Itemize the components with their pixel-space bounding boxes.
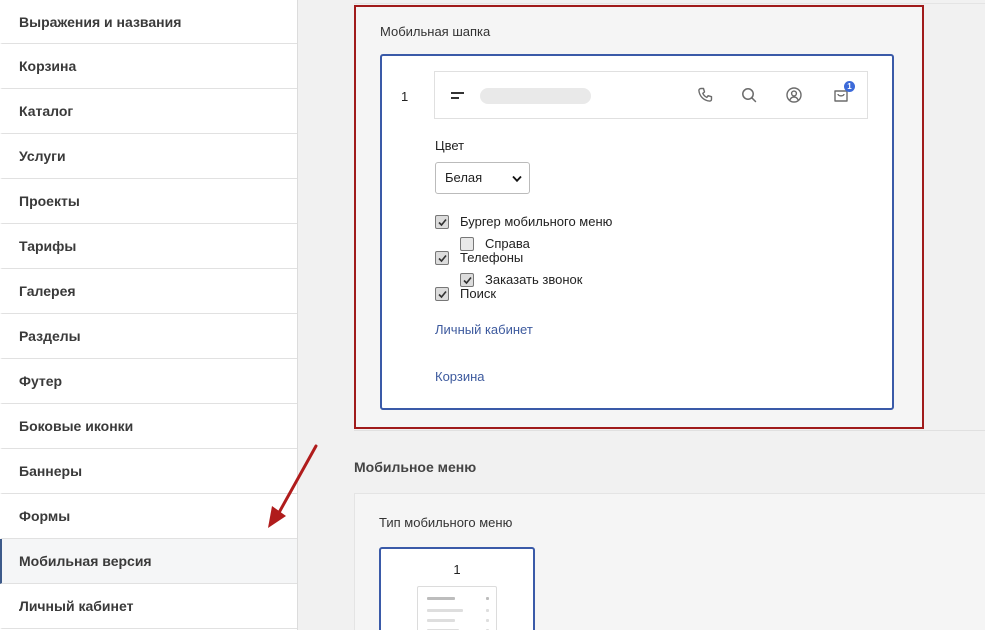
color-select-value: Белая — [445, 170, 483, 185]
checkmark-icon — [463, 276, 472, 284]
callback-label: Заказать звонок — [485, 272, 583, 287]
burger-menu-option[interactable]: Бургер мобильного меню — [435, 214, 612, 229]
search-option[interactable]: Поиск — [435, 286, 496, 301]
cart-badge: 1 — [844, 81, 855, 92]
mobile-header-preview: 1 — [434, 71, 868, 119]
phones-checkbox[interactable] — [435, 250, 449, 265]
variant-number: 1 — [401, 89, 409, 104]
sidebar-item-projects[interactable]: Проекты — [0, 179, 297, 224]
phones-label: Телефоны — [460, 250, 524, 265]
sidebar-item-label: Проекты — [19, 193, 80, 209]
logo-placeholder — [480, 88, 591, 104]
sidebar-item-personal-account[interactable]: Личный кабинет — [0, 584, 297, 629]
search-icon — [742, 88, 757, 103]
mobile-menu-section: Тип мобильного меню 1 — [354, 493, 985, 630]
phones-option[interactable]: Телефоны — [435, 250, 523, 265]
sidebar-item-label: Услуги — [19, 148, 66, 164]
sidebar-item-side-icons[interactable]: Боковые иконки — [0, 404, 297, 449]
mobile-menu-title: Мобильное меню — [354, 459, 477, 475]
sidebar-item-gallery[interactable]: Галерея — [0, 269, 297, 314]
callback-checkbox[interactable] — [460, 272, 474, 287]
mobile-header-section: Мобильная шапка 1 1 Цвет Белая Бургер мо… — [354, 5, 924, 429]
right-option[interactable]: Справа — [460, 236, 530, 251]
burger-menu-label: Бургер мобильного меню — [460, 214, 613, 229]
sidebar-item-footer[interactable]: Футер — [0, 359, 297, 404]
sidebar-item-banners[interactable]: Баннеры — [0, 449, 297, 494]
sidebar-item-label: Футер — [19, 373, 63, 389]
mobile-menu-variant-card[interactable]: 1 — [379, 547, 535, 630]
sidebar-item-label: Баннеры — [19, 463, 83, 479]
mobile-menu-type-label: Тип мобильного меню — [379, 515, 513, 530]
burger-icon — [451, 92, 464, 102]
sidebar-item-tariffs[interactable]: Тарифы — [0, 224, 297, 269]
sidebar-item-label: Каталог — [19, 103, 74, 119]
callback-option[interactable]: Заказать звонок — [460, 272, 582, 287]
sidebar-item-catalog[interactable]: Каталог — [0, 89, 297, 134]
color-select[interactable]: Белая — [435, 162, 530, 194]
sidebar-item-forms[interactable]: Формы — [0, 494, 297, 539]
personal-account-link[interactable]: Личный кабинет — [435, 322, 533, 337]
sidebar-item-label: Тарифы — [19, 238, 77, 254]
sidebar-item-sections[interactable]: Разделы — [0, 314, 297, 359]
sidebar-item-mobile-version[interactable]: Мобильная версия — [0, 539, 297, 584]
checkmark-icon — [438, 290, 447, 298]
right-label: Справа — [485, 236, 530, 251]
checkmark-icon — [438, 254, 447, 262]
settings-sidebar: Выражения и названия Корзина Каталог Усл… — [0, 0, 298, 630]
sidebar-item-label: Формы — [19, 508, 71, 524]
sidebar-item-label: Корзина — [19, 58, 77, 74]
sidebar-item-label: Разделы — [19, 328, 81, 344]
sidebar-item-cart[interactable]: Корзина — [0, 44, 297, 89]
sidebar-item-label: Галерея — [19, 283, 76, 299]
search-label: Поиск — [460, 286, 497, 301]
sidebar-item-phrases[interactable]: Выражения и названия — [0, 0, 297, 44]
search-checkbox[interactable] — [435, 286, 449, 301]
sidebar-item-label: Боковые иконки — [19, 418, 134, 434]
main-content: Мобильная шапка 1 1 Цвет Белая Бургер мо… — [298, 0, 985, 630]
section-title: Мобильная шапка — [380, 24, 491, 39]
sidebar-item-services[interactable]: Услуги — [0, 134, 297, 179]
burger-menu-checkbox[interactable] — [435, 214, 449, 229]
checkmark-icon — [438, 218, 447, 226]
cart-link[interactable]: Корзина — [435, 369, 485, 384]
sidebar-item-label: Выражения и названия — [19, 13, 182, 30]
phone-icon — [698, 87, 713, 102]
right-checkbox[interactable] — [460, 236, 474, 251]
mobile-menu-preview — [417, 586, 497, 630]
mobile-header-variant-card[interactable]: 1 1 Цвет Белая Бургер мобильного меню Сп… — [380, 54, 894, 410]
divider — [354, 430, 985, 431]
divider — [354, 0, 985, 4]
sidebar-item-label: Мобильная версия — [19, 553, 152, 569]
cart-icon: 1 — [832, 81, 855, 104]
variant-number: 1 — [453, 562, 461, 577]
chevron-down-icon — [512, 175, 522, 183]
sidebar-item-label: Личный кабинет — [19, 598, 134, 614]
user-icon — [786, 87, 802, 103]
color-label: Цвет — [435, 138, 465, 153]
